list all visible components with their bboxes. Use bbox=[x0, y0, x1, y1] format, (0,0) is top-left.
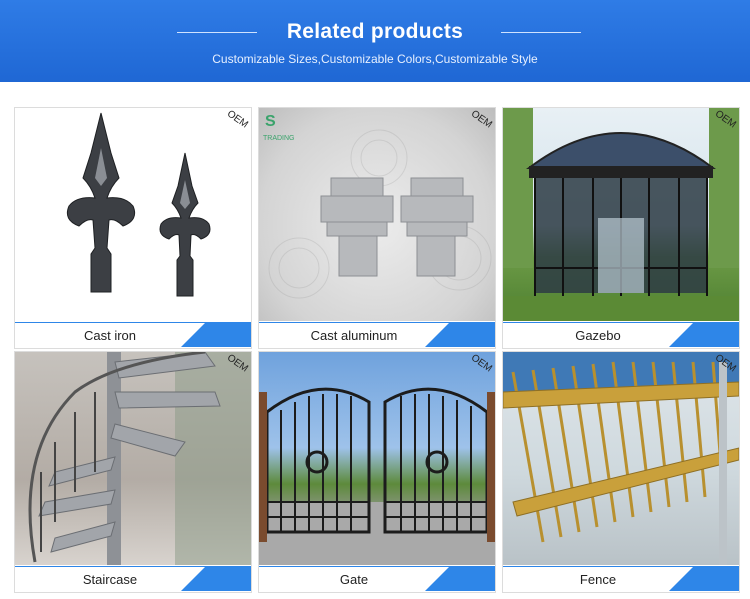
product-caption[interactable]: Gazebo bbox=[503, 328, 693, 343]
product-caption[interactable]: Cast aluminum bbox=[259, 328, 449, 343]
gazebo-image bbox=[503, 108, 739, 321]
product-card-cast-iron[interactable]: OEM Cast iron bbox=[14, 107, 252, 349]
accent-stripe-slant bbox=[425, 567, 449, 591]
spiral-staircase-image bbox=[28, 352, 251, 565]
accent-stripe bbox=[693, 567, 739, 591]
accent-stripe bbox=[449, 567, 495, 591]
svg-text:S: S bbox=[265, 113, 276, 130]
product-card-gazebo[interactable]: OEM Gazebo bbox=[502, 107, 740, 349]
product-caption[interactable]: Cast iron bbox=[15, 328, 205, 343]
caption-bar: Fence bbox=[503, 566, 739, 592]
header-banner: Related products Customizable Sizes,Cust… bbox=[0, 0, 750, 82]
product-caption[interactable]: Fence bbox=[503, 572, 693, 587]
accent-stripe-slant bbox=[669, 567, 693, 591]
spear-finial-image bbox=[66, 112, 211, 297]
caption-bar: Gate bbox=[259, 566, 495, 592]
product-caption[interactable]: Gate bbox=[259, 572, 449, 587]
logo-text: TRADING bbox=[263, 135, 295, 142]
product-card-staircase[interactable]: OEM Staircase bbox=[14, 351, 252, 593]
iron-gate-image bbox=[259, 387, 495, 565]
caption-bar: Gazebo bbox=[503, 322, 739, 348]
accent-stripe-slant bbox=[425, 323, 449, 347]
accent-stripe bbox=[205, 567, 251, 591]
caption-bar: Cast aluminum bbox=[259, 322, 495, 348]
accent-stripe bbox=[449, 323, 495, 347]
accent-stripe-slant bbox=[669, 323, 693, 347]
product-card-gate[interactable]: OEM Gate bbox=[258, 351, 496, 593]
aluminum-parts-image: S TRADING bbox=[263, 113, 492, 299]
gazebo-photo[interactable]: OEM bbox=[503, 108, 739, 321]
product-caption[interactable]: Staircase bbox=[15, 572, 205, 587]
accent-stripe-slant bbox=[181, 567, 205, 591]
title-divider-right bbox=[501, 32, 581, 33]
accent-stripe bbox=[693, 323, 739, 347]
product-card-cast-aluminum[interactable]: S TRADING OEM Cast aluminum bbox=[258, 107, 496, 349]
section-title: Related products bbox=[286, 20, 464, 43]
caption-bar: Staircase bbox=[15, 566, 251, 592]
product-card-fence[interactable]: OEM Fence bbox=[502, 351, 740, 593]
fence-photo[interactable]: OEM bbox=[503, 352, 739, 565]
accent-stripe bbox=[205, 323, 251, 347]
caption-bar: Cast iron bbox=[15, 322, 251, 348]
section-subtitle: Customizable Sizes,Customizable Colors,C… bbox=[212, 52, 538, 66]
staircase-photo[interactable]: OEM bbox=[15, 352, 251, 565]
gold-fence-image bbox=[503, 352, 739, 565]
gate-photo[interactable]: OEM bbox=[259, 352, 495, 565]
cast-iron-photo[interactable]: OEM bbox=[15, 108, 251, 321]
accent-stripe-slant bbox=[181, 323, 205, 347]
cast-aluminum-photo[interactable]: S TRADING OEM bbox=[259, 108, 495, 321]
